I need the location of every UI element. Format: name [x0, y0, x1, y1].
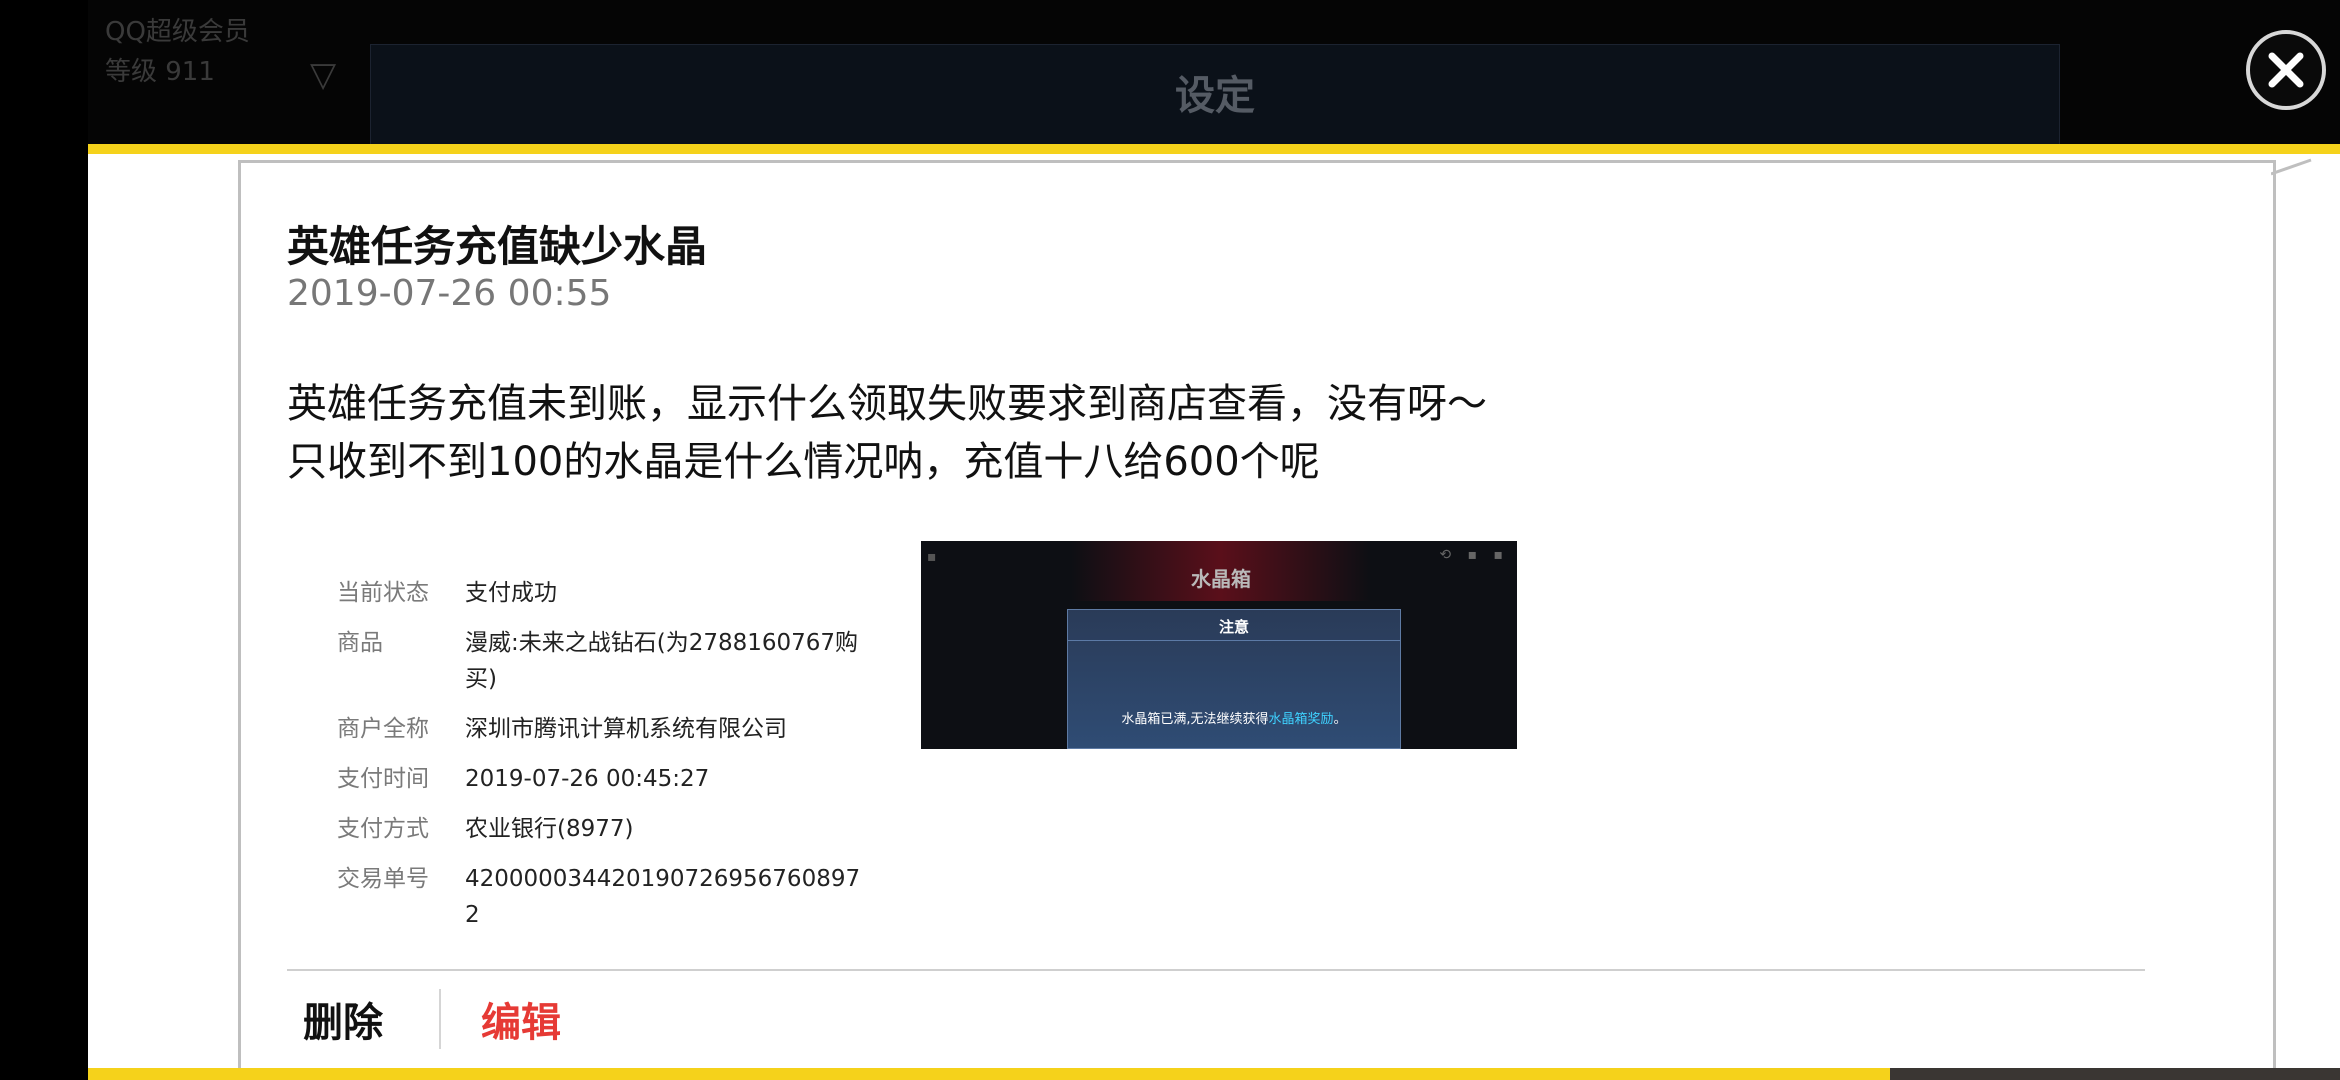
screenshot-message-highlight: 水晶箱奖励 — [1268, 712, 1334, 727]
screenshot-message-prefix: 水晶箱已满,无法继续获得 — [1121, 712, 1269, 727]
close-button[interactable] — [2224, 28, 2340, 112]
screenshot-dialog: 注意 水晶箱已满,无法继续获得水晶箱奖励。 — [1067, 609, 1401, 749]
actions-divider — [287, 969, 2145, 971]
payment-label: 支付时间 — [337, 766, 429, 792]
screenshot-toolbar-icons: ⟲ ▪ ▪ — [1439, 547, 1509, 563]
payment-row-merchant: 商户全称 深圳市腾讯计算机系统有限公司 — [337, 711, 897, 747]
screenshot-message: 水晶箱已满,无法继续获得水晶箱奖励。 — [1068, 708, 1400, 727]
payment-row-status: 当前状态 支付成功 — [337, 575, 897, 611]
yellow-frame-bottom — [88, 1068, 1890, 1080]
payment-row-method: 支付方式 农业银行(8977) — [337, 811, 897, 847]
payment-value: 农业银行(8977) — [465, 816, 634, 842]
edit-button[interactable]: 编辑 — [481, 990, 561, 1048]
bottom-right-strip — [1890, 1068, 2340, 1080]
payment-row-transaction: 交易单号 4200000344201907269567608972 — [337, 861, 897, 933]
payment-label: 支付方式 — [337, 816, 429, 842]
action-separator — [439, 989, 441, 1049]
ticket-content-line1: 英雄任务充值未到账，显示什么领取失败要求到商店查看，没有呀～ — [287, 381, 1487, 427]
payment-value: 漫威:未来之战钻石(为2788160767购买) — [465, 630, 859, 692]
payment-label: 商品 — [337, 630, 383, 656]
payment-row-product: 商品 漫威:未来之战钻石(为2788160767购买) — [337, 625, 897, 697]
screenshot-header: 水晶箱 — [1071, 541, 1371, 601]
ticket-card: 英雄任务充值缺少水晶 2019-07-26 00:55 英雄任务充值未到账，显示… — [238, 158, 2312, 1080]
card-corner-decoration — [2271, 158, 2312, 176]
ticket-date: 2019-07-26 00:55 — [287, 273, 612, 314]
feedback-panel: 英雄任务充值缺少水晶 2019-07-26 00:55 英雄任务充值未到账，显示… — [88, 154, 2340, 1080]
screenshot-title: 水晶箱 — [1191, 567, 1251, 591]
filter-icon: ▽ — [310, 55, 337, 95]
ticket-content-line2: 只收到不到100的水晶是什么情况呐，充值十八给600个呢 — [287, 439, 1320, 485]
background-left-strip — [0, 0, 88, 1080]
yellow-frame-top — [88, 144, 2340, 154]
delete-button[interactable]: 删除 — [287, 990, 399, 1048]
payment-row-time: 支付时间 2019-07-26 00:45:27 — [337, 761, 897, 797]
payment-label: 商户全称 — [337, 716, 429, 742]
screenshot-notice: 注意 — [1218, 618, 1249, 636]
background-user-line2: 等级 911 — [105, 57, 215, 87]
background-user-info: QQ超级会员 等级 911 — [105, 12, 250, 92]
close-icon — [2246, 30, 2326, 110]
payment-label: 当前状态 — [337, 580, 429, 606]
payment-info: 当前状态 支付成功 商品 漫威:未来之战钻石(为2788160767购买) 商户… — [337, 575, 897, 947]
attachment-screenshot[interactable]: ▪ ⟲ ▪ ▪ 水晶箱 注意 水晶箱已满,无法继续获得水晶箱奖励。 — [921, 541, 1517, 749]
ticket-actions: 删除 编辑 — [287, 987, 561, 1051]
screenshot-message-suffix: 。 — [1333, 712, 1347, 727]
ticket-content: 英雄任务充值未到账，显示什么领取失败要求到商店查看，没有呀～ 只收到不到100的… — [287, 375, 1687, 491]
ticket-title: 英雄任务充值缺少水晶 — [287, 222, 708, 271]
payment-value: 2019-07-26 00:45:27 — [465, 766, 710, 792]
screenshot-dialog-divider — [1068, 640, 1400, 641]
payment-value: 4200000344201907269567608972 — [465, 866, 861, 928]
payment-value: 深圳市腾讯计算机系统有限公司 — [465, 716, 787, 742]
payment-value: 支付成功 — [465, 580, 557, 606]
background-settings-title: 设定 — [1175, 73, 1255, 119]
screenshot-corner-mark: ▪ — [927, 549, 937, 565]
background-user-line1: QQ超级会员 — [105, 17, 250, 47]
payment-label: 交易单号 — [337, 866, 429, 892]
background-settings-bar: 设定 — [370, 44, 2060, 146]
